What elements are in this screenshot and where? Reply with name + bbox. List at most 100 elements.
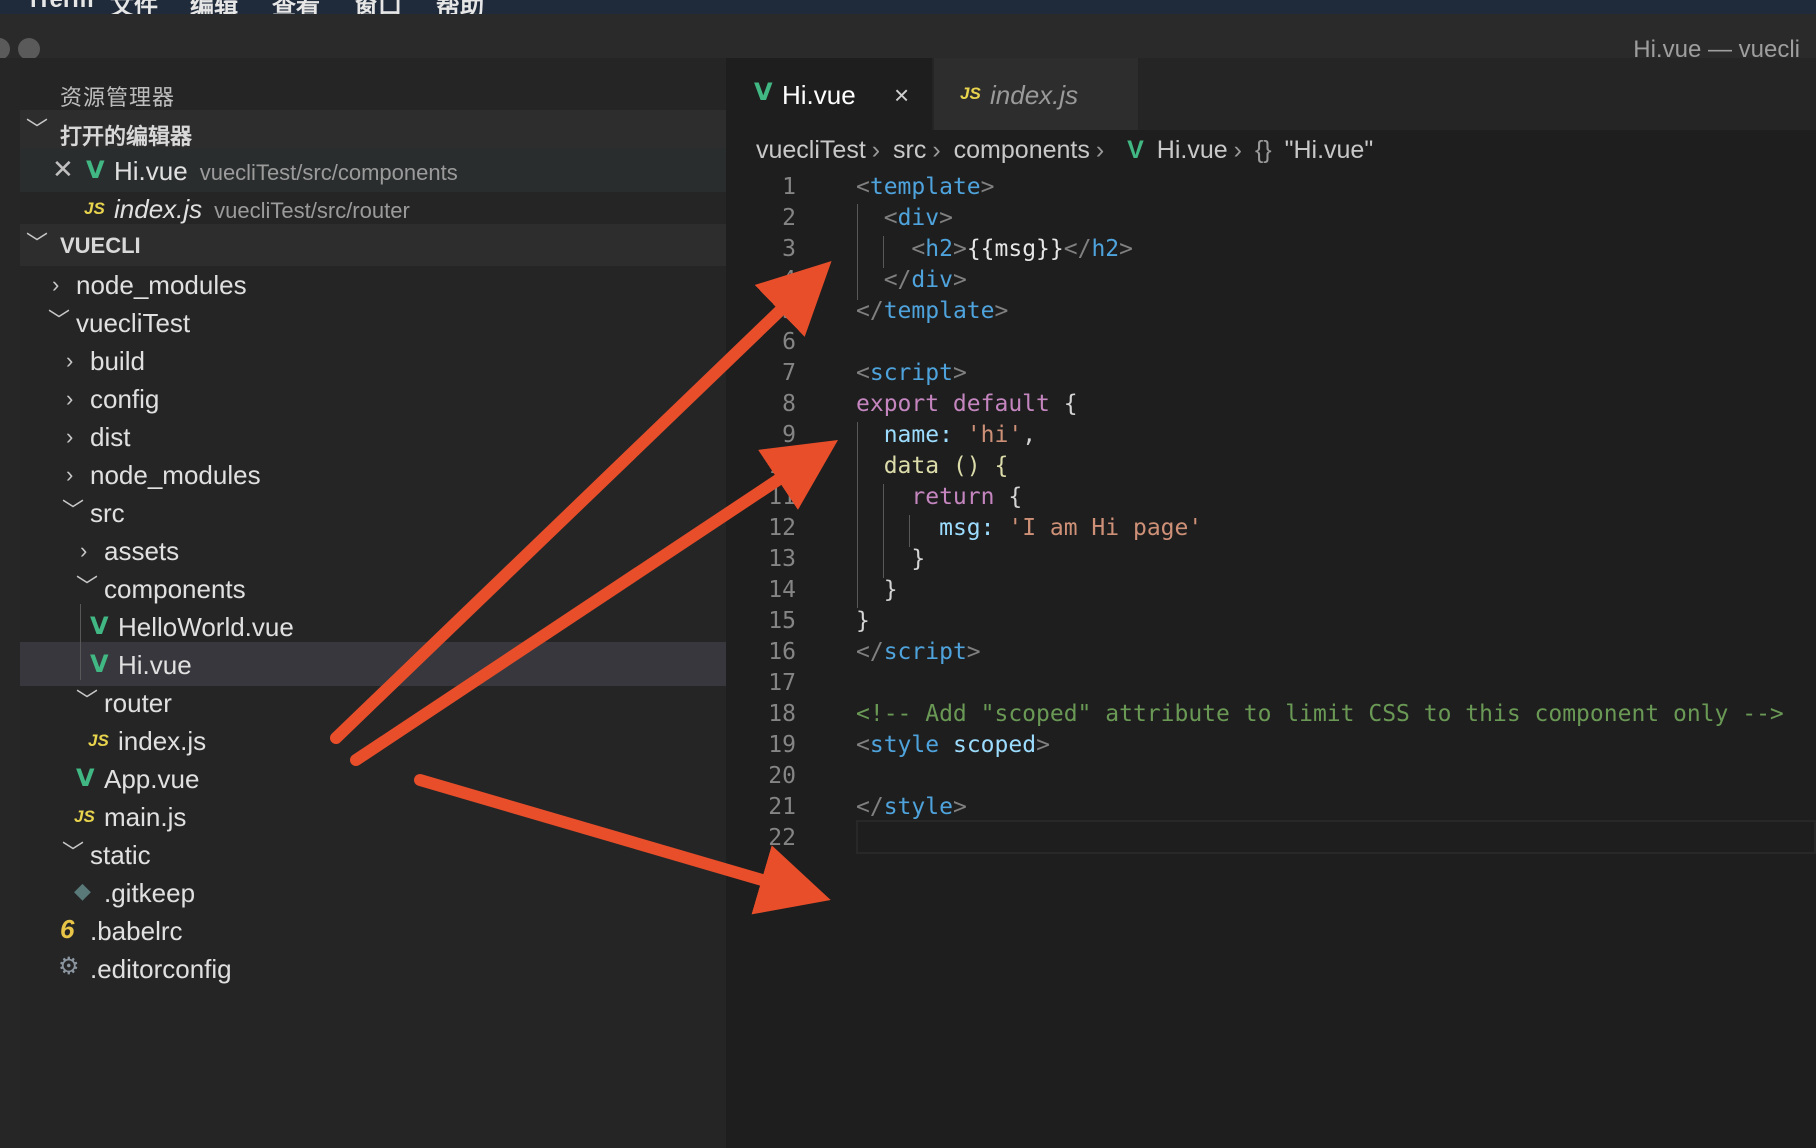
close-icon[interactable]: ✕	[52, 154, 74, 185]
menu-item-app[interactable]: iTerm	[30, 0, 94, 14]
chevron-right-icon: ›	[871, 136, 881, 164]
tree-item-label: vuecliTest	[76, 308, 191, 338]
line-number: 14	[768, 577, 796, 603]
code-line: }	[856, 546, 926, 572]
code-line: }	[856, 608, 870, 634]
js-file-icon: JS	[960, 84, 981, 103]
chevron-down-icon: ﹀	[62, 498, 85, 523]
vue-file-icon: V	[86, 156, 105, 184]
tree-item-label: src	[90, 498, 125, 528]
chevron-down-icon: ﹀	[26, 231, 49, 256]
tree-item-label: assets	[104, 536, 180, 566]
line-number: 15	[768, 608, 796, 634]
tab-label: index.js	[990, 80, 1079, 110]
menu-item-edit[interactable]: 编辑	[190, 0, 238, 14]
menu-item-file[interactable]: 文件	[110, 0, 158, 14]
js-file-icon: JS	[84, 199, 105, 218]
explorer-sidebar: 资源管理器 ﹀ 打开的编辑器 ✕ V Hi.vue vuecliTest/src/…	[20, 58, 726, 1148]
code-line: <!-- Add "scoped" attribute to limit CSS…	[856, 701, 1784, 727]
tree-item-label: HelloWorld.vue	[118, 612, 294, 642]
tree-item-label: .babelrc	[90, 916, 183, 946]
line-number: 10	[768, 453, 796, 479]
tree-item-label: static	[90, 840, 151, 870]
code-line: name: 'hi',	[883, 422, 1037, 448]
menu-item-view[interactable]: 查看	[272, 0, 320, 14]
line-number: 11	[768, 484, 796, 510]
code-line: return {	[911, 484, 1023, 510]
tree-item-label: node_modules	[76, 270, 247, 300]
breadcrumb-item[interactable]: src	[893, 136, 926, 164]
code-line: <template>	[856, 174, 995, 200]
menu-item-help[interactable]: 帮助	[436, 0, 484, 14]
js-file-icon: JS	[88, 731, 109, 750]
window-minimize-button[interactable]	[18, 38, 40, 60]
line-number: 8	[782, 391, 796, 417]
line-number: 17	[768, 670, 796, 696]
code-line: <h2>{{msg}}</h2>	[911, 236, 1134, 262]
breadcrumb-item[interactable]: components	[954, 136, 1090, 164]
line-number: 3	[782, 236, 796, 262]
explorer-title: 资源管理器	[60, 85, 176, 110]
vue-file-icon: V	[90, 612, 109, 640]
babel-icon: 6	[60, 914, 75, 944]
chevron-right-icon: ›	[66, 424, 74, 449]
project-label: VUECLI	[60, 233, 141, 258]
chevron-right-icon: ›	[80, 538, 88, 563]
tree-item-label: .editorconfig	[90, 954, 232, 984]
chevron-down-icon: ﹀	[26, 117, 49, 142]
tree-file-editorconfig[interactable]: ⚙ .editorconfig	[20, 946, 726, 990]
vue-file-icon: V	[90, 650, 109, 678]
chevron-down-icon: ﹀	[76, 688, 99, 713]
line-number: 9	[782, 422, 796, 448]
open-editor-path: vuecliTest/src/router	[214, 198, 410, 223]
tree-item-label: App.vue	[104, 764, 200, 794]
open-editor-path: vuecliTest/src/components	[199, 160, 458, 185]
window-close-button[interactable]	[0, 38, 10, 60]
line-number: 6	[782, 329, 796, 355]
line-number: 13	[768, 546, 796, 572]
breadcrumb-item[interactable]: Hi.vue	[1157, 136, 1228, 164]
tree-item-label: Hi.vue	[118, 650, 192, 680]
tree-item-label: components	[104, 574, 246, 604]
open-editors-header[interactable]: ﹀ 打开的编辑器	[20, 110, 726, 152]
project-header[interactable]: ﹀ VUECLI	[20, 224, 726, 266]
gear-icon: ⚙	[58, 953, 80, 980]
code-line: </div>	[883, 267, 967, 293]
title-bar: Hi.vue — vuecli	[0, 14, 1816, 63]
code-line: export default {	[856, 391, 1078, 417]
close-icon[interactable]: ×	[894, 80, 909, 111]
js-file-icon: JS	[74, 807, 95, 826]
tree-item-label: .gitkeep	[104, 878, 196, 908]
tree-item-label: router	[104, 688, 172, 718]
vue-file-icon: V	[1127, 136, 1144, 164]
tab-hi-vue[interactable]: V Hi.vue ×	[726, 58, 932, 130]
chevron-right-icon: ›	[66, 386, 74, 411]
code-line: <div>	[883, 205, 953, 231]
vue-file-icon: V	[76, 764, 95, 792]
vue-file-icon: V	[754, 78, 773, 106]
tree-item-label: dist	[90, 422, 131, 452]
line-number: 7	[782, 360, 796, 386]
tree-indent-guide	[80, 604, 81, 680]
current-line-highlight	[856, 820, 1816, 854]
chevron-right-icon: ›	[1095, 136, 1105, 164]
code-line: </template>	[856, 298, 1009, 324]
tree-item-label: build	[90, 346, 145, 376]
chevron-down-icon: ﹀	[62, 840, 85, 865]
line-number: 21	[768, 794, 796, 820]
breadcrumb-item[interactable]: vuecliTest	[756, 136, 866, 164]
chevron-down-icon: ﹀	[48, 308, 71, 333]
code-line: }	[856, 577, 898, 603]
code-line: </style>	[856, 794, 967, 820]
line-number: 4	[782, 267, 796, 293]
code-line: <style scoped>	[856, 732, 1050, 758]
tab-index-js[interactable]: JS index.js	[934, 58, 1138, 130]
chevron-down-icon: ﹀	[76, 574, 99, 599]
menu-bar: iTerm 文件 编辑 查看 窗口 帮助	[0, 0, 1816, 14]
breadcrumb-item[interactable]: "Hi.vue"	[1285, 136, 1374, 164]
menu-item-window[interactable]: 窗口	[354, 0, 402, 14]
chevron-right-icon: ›	[1233, 136, 1242, 164]
line-number: 2	[782, 205, 796, 231]
braces-icon: {}	[1254, 136, 1272, 164]
open-editor-name: Hi.vue	[114, 156, 188, 186]
